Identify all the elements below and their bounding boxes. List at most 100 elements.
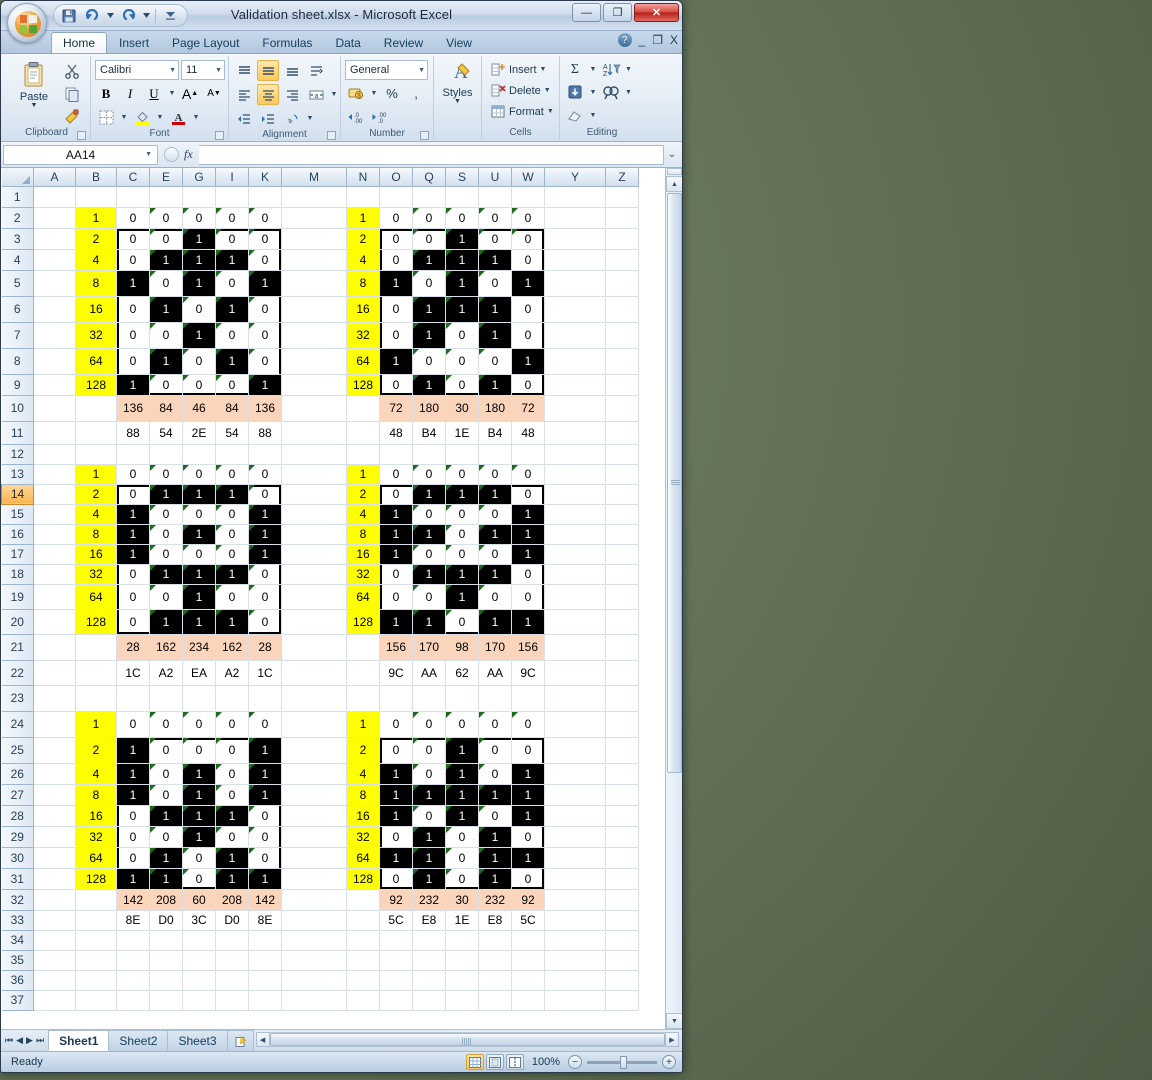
cell-A9[interactable] <box>33 374 76 396</box>
cell-A30[interactable] <box>33 847 76 869</box>
row-header-3[interactable]: 3 <box>1 228 34 250</box>
cell-S6[interactable]: 1 <box>445 296 479 323</box>
cell-K30[interactable]: 0 <box>248 847 282 869</box>
cell-B26[interactable]: 4 <box>75 763 117 785</box>
cell-A22[interactable] <box>33 660 76 686</box>
cell-B16[interactable]: 8 <box>75 524 117 545</box>
cell-M35[interactable] <box>281 950 347 971</box>
cell-C3[interactable]: 0 <box>116 228 150 250</box>
copy-icon[interactable] <box>61 83 83 104</box>
cell-S10[interactable]: 30 <box>445 395 479 422</box>
cell-O12[interactable] <box>379 444 413 465</box>
cell-A19[interactable] <box>33 584 76 610</box>
cell-Q14[interactable]: 1 <box>412 484 446 505</box>
cell-W10[interactable]: 72 <box>511 395 545 422</box>
cell-I15[interactable]: 0 <box>215 504 249 525</box>
cell-A20[interactable] <box>33 609 76 635</box>
cell-E33[interactable]: D0 <box>149 910 183 931</box>
cell-S15[interactable]: 0 <box>445 504 479 525</box>
cell-Q35[interactable] <box>412 950 446 971</box>
cell-A7[interactable] <box>33 322 76 349</box>
cell-A24[interactable] <box>33 711 76 738</box>
cell-E26[interactable]: 0 <box>149 763 183 785</box>
cell-I30[interactable]: 1 <box>215 847 249 869</box>
cell-K13[interactable]: 0 <box>248 464 282 485</box>
undo-icon[interactable] <box>83 7 101 25</box>
cell-B9[interactable]: 128 <box>75 374 117 396</box>
cell-S12[interactable] <box>445 444 479 465</box>
cell-K23[interactable] <box>248 685 282 712</box>
cell-G34[interactable] <box>182 930 216 951</box>
cell-S18[interactable]: 1 <box>445 564 479 585</box>
cell-K7[interactable]: 0 <box>248 322 282 349</box>
cell-O11[interactable]: 48 <box>379 421 413 445</box>
cell-M8[interactable] <box>281 348 347 375</box>
cell-S24[interactable]: 0 <box>445 711 479 738</box>
cell-Q15[interactable]: 0 <box>412 504 446 525</box>
cell-W19[interactable]: 0 <box>511 584 545 610</box>
row-header-25[interactable]: 25 <box>1 737 34 764</box>
align-bottom-icon[interactable] <box>281 60 303 81</box>
cell-S3[interactable]: 1 <box>445 228 479 250</box>
cell-W12[interactable] <box>511 444 545 465</box>
cell-B32[interactable] <box>75 889 117 911</box>
cell-C22[interactable]: 1C <box>116 660 150 686</box>
cell-C37[interactable] <box>116 990 150 1011</box>
cell-B30[interactable]: 64 <box>75 847 117 869</box>
cell-B27[interactable]: 8 <box>75 784 117 806</box>
row-header-22[interactable]: 22 <box>1 660 34 686</box>
sort-filter-dropdown-icon[interactable]: ▼ <box>624 59 633 80</box>
cell-I32[interactable]: 208 <box>215 889 249 911</box>
cell-C2[interactable]: 0 <box>116 207 150 229</box>
cell-Q18[interactable]: 1 <box>412 564 446 585</box>
cell-K4[interactable]: 0 <box>248 249 282 271</box>
cell-M29[interactable] <box>281 826 347 848</box>
cell-Z37[interactable] <box>605 990 639 1011</box>
cell-C18[interactable]: 0 <box>116 564 150 585</box>
prev-sheet-button[interactable]: ◀ <box>16 1035 23 1046</box>
cell-E3[interactable]: 0 <box>149 228 183 250</box>
cell-M16[interactable] <box>281 524 347 545</box>
column-header-o[interactable]: O <box>379 168 413 187</box>
column-header-b[interactable]: B <box>75 168 117 187</box>
cell-G36[interactable] <box>182 970 216 991</box>
cell-W34[interactable] <box>511 930 545 951</box>
cell-A28[interactable] <box>33 805 76 827</box>
cell-O34[interactable] <box>379 930 413 951</box>
cell-Y19[interactable] <box>544 584 606 610</box>
cell-Z29[interactable] <box>605 826 639 848</box>
paste-button[interactable]: Paste ▼ <box>7 58 61 109</box>
cell-U16[interactable]: 1 <box>478 524 512 545</box>
cell-W20[interactable]: 1 <box>511 609 545 635</box>
cell-Q7[interactable]: 1 <box>412 322 446 349</box>
cell-Z32[interactable] <box>605 889 639 911</box>
cell-I5[interactable]: 0 <box>215 270 249 297</box>
cell-U36[interactable] <box>478 970 512 991</box>
cell-W29[interactable]: 0 <box>511 826 545 848</box>
cell-Y6[interactable] <box>544 296 606 323</box>
fill-color-icon[interactable] <box>131 107 153 128</box>
scroll-up-button[interactable]: ▲ <box>666 176 682 192</box>
cell-G14[interactable]: 1 <box>182 484 216 505</box>
help-icon[interactable]: ? <box>617 33 632 47</box>
cell-Q16[interactable]: 1 <box>412 524 446 545</box>
cell-E27[interactable]: 0 <box>149 784 183 806</box>
cell-K6[interactable]: 0 <box>248 296 282 323</box>
orientation-icon[interactable]: a <box>281 108 303 129</box>
sheet-tab-sheet1[interactable]: Sheet1 <box>48 1030 110 1051</box>
cell-Z16[interactable] <box>605 524 639 545</box>
cell-U6[interactable]: 1 <box>478 296 512 323</box>
fill-color-dropdown-icon[interactable]: ▼ <box>155 107 165 128</box>
cell-K11[interactable]: 88 <box>248 421 282 445</box>
maximize-button[interactable]: ❐ <box>603 3 632 22</box>
cell-S16[interactable]: 0 <box>445 524 479 545</box>
cell-M7[interactable] <box>281 322 347 349</box>
cell-G1[interactable] <box>182 186 216 208</box>
tab-review[interactable]: Review <box>373 32 434 53</box>
cell-K12[interactable] <box>248 444 282 465</box>
cell-G17[interactable]: 0 <box>182 544 216 565</box>
cell-M23[interactable] <box>281 685 347 712</box>
cell-Y13[interactable] <box>544 464 606 485</box>
cell-I19[interactable]: 0 <box>215 584 249 610</box>
cell-C27[interactable]: 1 <box>116 784 150 806</box>
